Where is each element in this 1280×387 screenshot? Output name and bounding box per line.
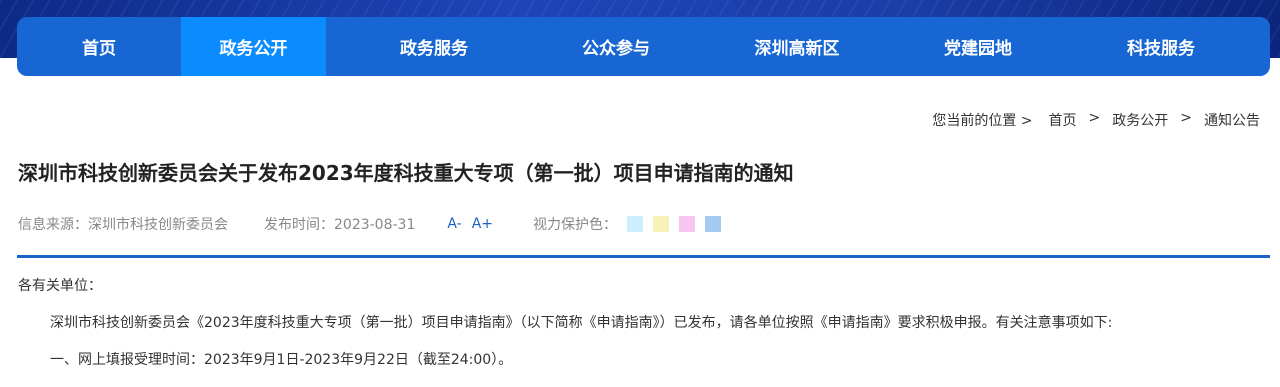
- eye-color-blue-swatch[interactable]: [705, 216, 722, 232]
- breadcrumb-prefix: 您当前的位置 >: [932, 113, 1033, 129]
- title-divider: [17, 255, 1270, 258]
- main-nav: 首页 政务公开 政务服务 公众参与 深圳高新区 党建园地 科技服务: [17, 17, 1270, 76]
- breadcrumb-separator: >: [1088, 110, 1101, 126]
- article-title: 深圳市科技创新委员会关于发布2023年度科技重大专项（第一批）项目申请指南的通知: [18, 161, 794, 185]
- font-increase-button[interactable]: A+: [472, 216, 493, 232]
- eye-color-cyan-swatch[interactable]: [627, 216, 644, 232]
- nav-item-home[interactable]: 首页: [17, 17, 181, 76]
- nav-item-party-building[interactable]: 党建园地: [904, 17, 1052, 76]
- eye-color-pink-swatch[interactable]: [679, 216, 696, 232]
- article-source: 信息来源：深圳市科技创新委员会: [18, 217, 228, 233]
- article-meta: 信息来源：深圳市科技创新委员会 发布时间：2023-08-31 A- A+ 视力…: [18, 214, 731, 234]
- breadcrumb: 您当前的位置 > 首页 > 政务公开 > 通知公告: [932, 110, 1260, 130]
- nav-item-gov-services[interactable]: 政务服务: [326, 17, 542, 76]
- nav-item-public-participation[interactable]: 公众参与: [542, 17, 690, 76]
- article-publish-time: 发布时间：2023-08-31: [264, 217, 416, 233]
- nav-item-gov-affairs-open[interactable]: 政务公开: [181, 17, 326, 76]
- article-paragraph: 一、网上填报受理时间：2023年9月1日-2023年9月22日（截至24:00）…: [50, 352, 513, 368]
- article-paragraph: 各有关单位：: [18, 278, 102, 294]
- eye-color-yellow-swatch[interactable]: [653, 216, 670, 232]
- breadcrumb-notices-link[interactable]: 通知公告: [1204, 110, 1260, 130]
- nav-item-tech-services[interactable]: 科技服务: [1052, 17, 1270, 76]
- font-decrease-button[interactable]: A-: [447, 216, 461, 232]
- eye-protect-label: 视力保护色：: [533, 217, 618, 233]
- article-body: 各有关单位： 深圳市科技创新委员会《2023年度科技重大专项（第一批）项目申请指…: [18, 276, 1268, 387]
- breadcrumb-separator: >: [1180, 110, 1192, 126]
- article-paragraph: 深圳市科技创新委员会《2023年度科技重大专项（第一批）项目申请指南》（以下简称…: [50, 315, 1113, 331]
- breadcrumb-gov-affairs-link[interactable]: 政务公开: [1112, 110, 1168, 130]
- nav-item-hi-tech-zone[interactable]: 深圳高新区: [690, 17, 904, 76]
- breadcrumb-home-link[interactable]: 首页: [1049, 110, 1077, 130]
